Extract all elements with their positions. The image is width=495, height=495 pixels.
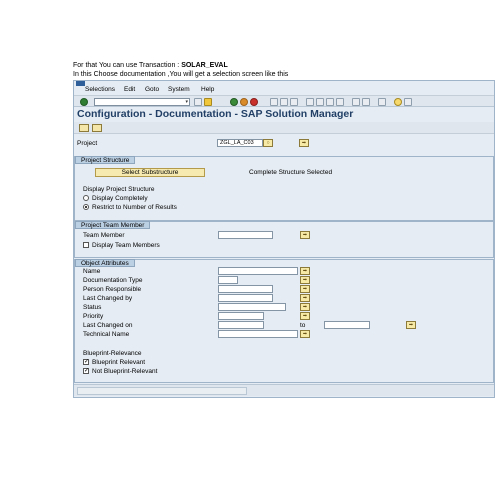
sap-window: Selections Edit Goto System Help ▾ Confi… xyxy=(73,80,495,398)
technical-name-field[interactable] xyxy=(218,330,298,338)
attr-label-person-responsible: Person Responsible xyxy=(83,286,142,293)
attr-label-name: Name xyxy=(83,268,101,275)
chevron-down-icon[interactable]: ▾ xyxy=(185,99,188,105)
new-session-icon[interactable] xyxy=(352,98,360,106)
display-structure-label: Display Project Structure xyxy=(83,186,155,193)
find-icon[interactable] xyxy=(280,98,288,106)
exit-icon[interactable] xyxy=(240,98,248,106)
cancel-icon[interactable] xyxy=(250,98,258,106)
intro-line-1: For that You can use Transaction : SOLAR… xyxy=(73,62,228,69)
multiple-selection-arrow-icon[interactable]: ➡ xyxy=(300,285,310,293)
display-completely-label: Display Completely xyxy=(92,195,148,202)
priority-field[interactable] xyxy=(218,312,264,320)
multiple-selection-arrow-icon[interactable]: ➡ xyxy=(300,267,310,275)
window-title: Configuration - Documentation - SAP Solu… xyxy=(77,108,354,120)
shortcut-icon[interactable] xyxy=(362,98,370,106)
multiple-selection-arrow-icon[interactable]: ➡ xyxy=(300,330,310,338)
complete-structure-text: Complete Structure Selected xyxy=(249,169,333,176)
enter-check-icon[interactable] xyxy=(80,98,88,106)
project-label: Project xyxy=(77,140,98,147)
multiple-selection-arrow-icon[interactable]: ➡ xyxy=(299,139,309,147)
search-help-icon[interactable]: ○ xyxy=(263,139,273,147)
person-responsible-field[interactable] xyxy=(218,285,273,293)
command-field[interactable]: ▾ xyxy=(94,98,190,106)
multiple-selection-arrow-icon[interactable]: ➡ xyxy=(300,294,310,302)
customize-icon[interactable] xyxy=(404,98,412,106)
team-member-group: Project Team Member Team Member ➡ Displa… xyxy=(74,221,494,258)
menu-goto[interactable]: Goto xyxy=(145,86,159,93)
menu-edit[interactable]: Edit xyxy=(124,86,135,93)
attr-label-documentation-type: Documentation Type xyxy=(83,277,143,284)
name-field[interactable] xyxy=(218,267,298,275)
display-completely-radio[interactable] xyxy=(83,195,89,201)
blueprint-relevance-label: Blueprint-Relevance xyxy=(83,350,142,357)
blueprint-relevant-checkbox[interactable]: ✓ xyxy=(83,359,89,365)
display-team-members-checkbox[interactable] xyxy=(83,242,89,248)
intro-line-2: In this Choose documentation ,You will g… xyxy=(73,71,289,78)
status-field[interactable] xyxy=(218,303,286,311)
attr-label-status: Status xyxy=(83,304,102,311)
last-changed-on-to-field[interactable] xyxy=(324,321,370,329)
system-toolbar: ▾ xyxy=(74,95,494,107)
back-icon[interactable] xyxy=(230,98,238,106)
application-toolbar xyxy=(74,122,494,134)
intro-prefix: For that You can use Transaction : xyxy=(73,62,182,69)
menu-system[interactable]: System xyxy=(168,86,190,93)
blueprint-relevant-label: Blueprint Relevant xyxy=(92,359,146,366)
project-field[interactable]: ZGL_LA_C03 xyxy=(217,139,263,147)
help-icon[interactable] xyxy=(394,98,402,106)
status-message-area xyxy=(77,387,247,395)
object-attributes-group: Object Attributes Name ➡ Documentation T… xyxy=(74,259,494,383)
previous-page-icon[interactable] xyxy=(316,98,324,106)
layout-icon[interactable] xyxy=(378,98,386,106)
select-substructure-button[interactable]: Select Substructure xyxy=(95,168,205,177)
last-page-icon[interactable] xyxy=(336,98,344,106)
not-blueprint-relevant-label: Not Blueprint-Relevant xyxy=(92,368,158,375)
menu-help[interactable]: Help xyxy=(201,86,214,93)
multiple-selection-arrow-icon[interactable]: ➡ xyxy=(406,321,416,329)
save-icon[interactable] xyxy=(204,98,212,106)
multiple-selection-arrow-icon[interactable]: ➡ xyxy=(300,312,310,320)
last-changed-by-field[interactable] xyxy=(218,294,273,302)
project-structure-group: Project Structure Select Substructure Co… xyxy=(74,156,494,221)
documentation-type-field[interactable] xyxy=(218,276,238,284)
multiple-selection-arrow-icon[interactable]: ➡ xyxy=(300,276,310,284)
attr-label-priority: Priority xyxy=(83,313,104,320)
multiple-selection-arrow-icon[interactable]: ➡ xyxy=(300,231,310,239)
execute-icon[interactable] xyxy=(79,124,89,132)
display-team-members-label: Display Team Members xyxy=(92,242,160,249)
menu-bar: Selections Edit Goto System Help xyxy=(74,86,494,95)
restrict-results-label: Restrict to Number of Results xyxy=(92,204,177,211)
attr-label-last-changed-on: Last Changed on xyxy=(83,322,133,329)
attr-label-last-changed-by: Last Changed by xyxy=(83,295,133,302)
team-member-label: Team Member xyxy=(83,232,125,239)
last-changed-on-from-field[interactable] xyxy=(218,321,264,329)
not-blueprint-relevant-checkbox[interactable]: ✓ xyxy=(83,368,89,374)
next-page-icon[interactable] xyxy=(326,98,334,106)
object-attributes-header: Object Attributes xyxy=(75,259,135,267)
find-next-icon[interactable] xyxy=(290,98,298,106)
attr-label-technical-name: Technical Name xyxy=(83,331,130,338)
menu-selections[interactable]: Selections xyxy=(85,86,115,93)
team-member-field[interactable] xyxy=(218,231,273,239)
restrict-results-radio[interactable] xyxy=(83,204,89,210)
status-bar xyxy=(74,384,494,396)
team-member-header: Project Team Member xyxy=(75,221,151,229)
first-page-icon[interactable] xyxy=(306,98,314,106)
variant-icon[interactable] xyxy=(92,124,102,132)
transaction-code: SOLAR_EVAL xyxy=(181,62,228,69)
project-structure-header: Project Structure xyxy=(75,156,136,164)
to-label: to xyxy=(300,322,306,329)
left-arrow-icon[interactable] xyxy=(194,98,202,106)
multiple-selection-arrow-icon[interactable]: ➡ xyxy=(300,303,310,311)
print-icon[interactable] xyxy=(270,98,278,106)
